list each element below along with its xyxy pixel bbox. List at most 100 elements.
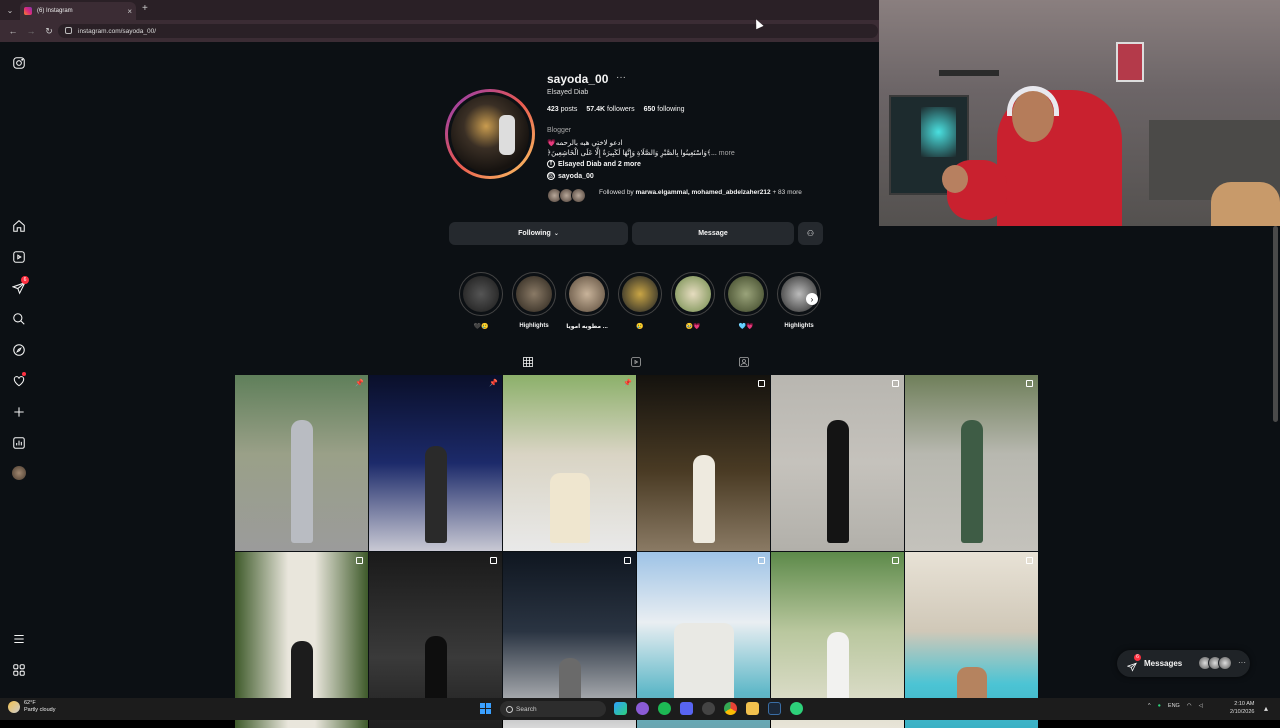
- more-options-icon[interactable]: ···: [616, 72, 626, 83]
- reels-icon[interactable]: [12, 250, 26, 264]
- search-icon[interactable]: [12, 312, 26, 326]
- threads-link[interactable]: @ sayoda_00: [547, 172, 594, 180]
- message-button[interactable]: Message: [632, 222, 794, 245]
- weather-text: 62°F Partly cloudy: [24, 700, 56, 714]
- instagram-sidebar: 6: [0, 44, 38, 698]
- volume-icon[interactable]: ◁: [1199, 703, 1203, 709]
- profile-avatar[interactable]: [12, 466, 26, 480]
- url-text: instagram.com/sayoda_00/: [78, 27, 157, 35]
- new-tab-button[interactable]: +: [142, 3, 148, 14]
- taskbar-search-box[interactable]: Search: [500, 701, 606, 717]
- chrome-icon[interactable]: [724, 702, 737, 715]
- highlight-item[interactable]: Highlights: [511, 272, 557, 329]
- back-arrow-icon[interactable]: ←: [8, 26, 18, 36]
- post-tile[interactable]: [637, 375, 770, 551]
- tray-chevron-icon[interactable]: ^: [1148, 703, 1151, 709]
- post-tile[interactable]: [771, 375, 904, 551]
- profile-picture: [448, 92, 532, 176]
- tray-app-icon[interactable]: ●: [1158, 703, 1161, 709]
- facebook-link[interactable]: f Elsayed Diab and 2 more: [547, 160, 641, 168]
- dashboard-icon[interactable]: [12, 436, 26, 450]
- webcam-overlay: [879, 0, 1280, 226]
- bio-more-link[interactable]: more: [719, 150, 735, 157]
- weather-widget[interactable]: 62°F Partly cloudy: [8, 700, 56, 714]
- carousel-icon: [1026, 557, 1033, 564]
- profile-full-name: Elsayed Diab: [547, 89, 589, 96]
- highlight-item[interactable]: 🥲: [617, 272, 663, 330]
- forward-arrow-icon[interactable]: →: [26, 26, 36, 36]
- app-icon[interactable]: [636, 702, 649, 715]
- profile-tabs: [235, 352, 1037, 372]
- menu-icon[interactable]: [12, 632, 26, 646]
- posts-stat: 423 posts: [547, 106, 577, 113]
- tab-title: (6) Instagram: [37, 8, 73, 14]
- profile-username: sayoda_00: [547, 72, 609, 86]
- avatar: [1218, 656, 1232, 670]
- post-tile[interactable]: 📌: [235, 375, 368, 551]
- taskbar-clock[interactable]: 2:10 AM 2/10/2026: [1230, 700, 1254, 716]
- copilot-icon[interactable]: [614, 702, 627, 715]
- tab-posts-grid-icon[interactable]: [522, 355, 534, 367]
- github-icon[interactable]: [702, 702, 715, 715]
- weather-condition: Partly cloudy: [24, 707, 56, 713]
- weather-icon: [8, 701, 20, 713]
- carousel-icon: [624, 557, 631, 564]
- bio-line-2-text: ﴿وَاسْتَعِينُوا بِالصَّبْرِ وَالصَّلَاةِ…: [547, 150, 717, 157]
- pinned-icon: 📌: [623, 380, 632, 387]
- wifi-icon[interactable]: ◠: [1187, 703, 1192, 709]
- messages-avatars: [1198, 656, 1232, 670]
- profile-picture-story-ring[interactable]: [445, 89, 535, 179]
- tab-search-chevron-icon[interactable]: ⌄: [5, 5, 15, 15]
- threads-handle: sayoda_00: [558, 172, 594, 180]
- tab-tagged-icon[interactable]: [738, 355, 750, 367]
- carousel-icon: [1026, 380, 1033, 387]
- xbox-icon[interactable]: [790, 702, 803, 715]
- page-scrollbar[interactable]: [1273, 226, 1278, 422]
- post-tile[interactable]: 📌: [503, 375, 636, 551]
- profile-stats: 423 posts 57.4K followers 650 following: [547, 106, 685, 113]
- highlight-label: 🖤🥲: [473, 324, 489, 330]
- windows-taskbar: 62°F Partly cloudy Search ^ ● ENG ◠ ◁ 2:…: [0, 698, 1280, 720]
- direct-messages-icon: 6: [1126, 653, 1141, 672]
- instagram-logo-icon[interactable]: [12, 56, 26, 70]
- browser-tab-instagram[interactable]: (6) Instagram ×: [20, 2, 136, 20]
- home-icon[interactable]: [12, 219, 26, 233]
- highlight-item[interactable]: مطوبه امويا ...: [564, 272, 610, 330]
- following-label: following: [657, 106, 685, 113]
- reload-icon[interactable]: ↻: [44, 26, 54, 37]
- clock-time: 2:10 AM: [1234, 701, 1255, 707]
- system-tray: ^ ● ENG ◠ ◁: [1148, 703, 1203, 709]
- bio-line-2: ﴿وَاسْتَعِينُوا بِالصَّبْرِ وَالصَّلَاةِ…: [547, 149, 735, 157]
- following-stat[interactable]: 650 following: [644, 106, 685, 113]
- tab-reels-icon[interactable]: [630, 355, 642, 367]
- notification-bell-icon[interactable]: ▴: [1264, 704, 1268, 713]
- mutual-followers-avatars[interactable]: [547, 188, 586, 203]
- discord-icon[interactable]: [680, 702, 693, 715]
- highlight-label: 🥲: [636, 324, 644, 330]
- messages-widget[interactable]: 6 Messages ···: [1117, 650, 1250, 677]
- spotify-icon[interactable]: [658, 702, 671, 715]
- highlight-item[interactable]: 🖤🥲: [458, 272, 504, 330]
- highlights-next-icon[interactable]: ›: [806, 293, 818, 305]
- highlight-item[interactable]: 🩵💗: [723, 272, 769, 330]
- suggested-users-button[interactable]: ⚇: [798, 222, 823, 245]
- create-plus-icon[interactable]: [12, 405, 26, 419]
- steam-icon[interactable]: [768, 702, 781, 715]
- explore-icon[interactable]: [12, 343, 26, 357]
- highlight-item[interactable]: 🥹💗: [670, 272, 716, 330]
- post-tile[interactable]: [905, 375, 1038, 551]
- highlight-label: Highlights: [519, 323, 549, 329]
- followed-by-text[interactable]: Followed by marwa.elgammal, mohamed_abde…: [599, 188, 824, 197]
- notifications-heart-icon[interactable]: [12, 372, 26, 388]
- file-explorer-icon[interactable]: [746, 702, 759, 715]
- windows-start-icon[interactable]: [480, 703, 491, 714]
- post-tile[interactable]: 📌: [369, 375, 502, 551]
- following-button[interactable]: Following ⌄: [449, 222, 628, 245]
- language-indicator[interactable]: ENG: [1168, 703, 1180, 709]
- tab-close-icon[interactable]: ×: [127, 7, 132, 16]
- add-user-icon: ⚇: [806, 229, 815, 238]
- threads-apps-icon[interactable]: [12, 663, 26, 677]
- followers-stat[interactable]: 57.4K followers: [586, 106, 634, 113]
- direct-messages-icon[interactable]: 6: [12, 276, 29, 295]
- site-info-icon[interactable]: [65, 27, 72, 34]
